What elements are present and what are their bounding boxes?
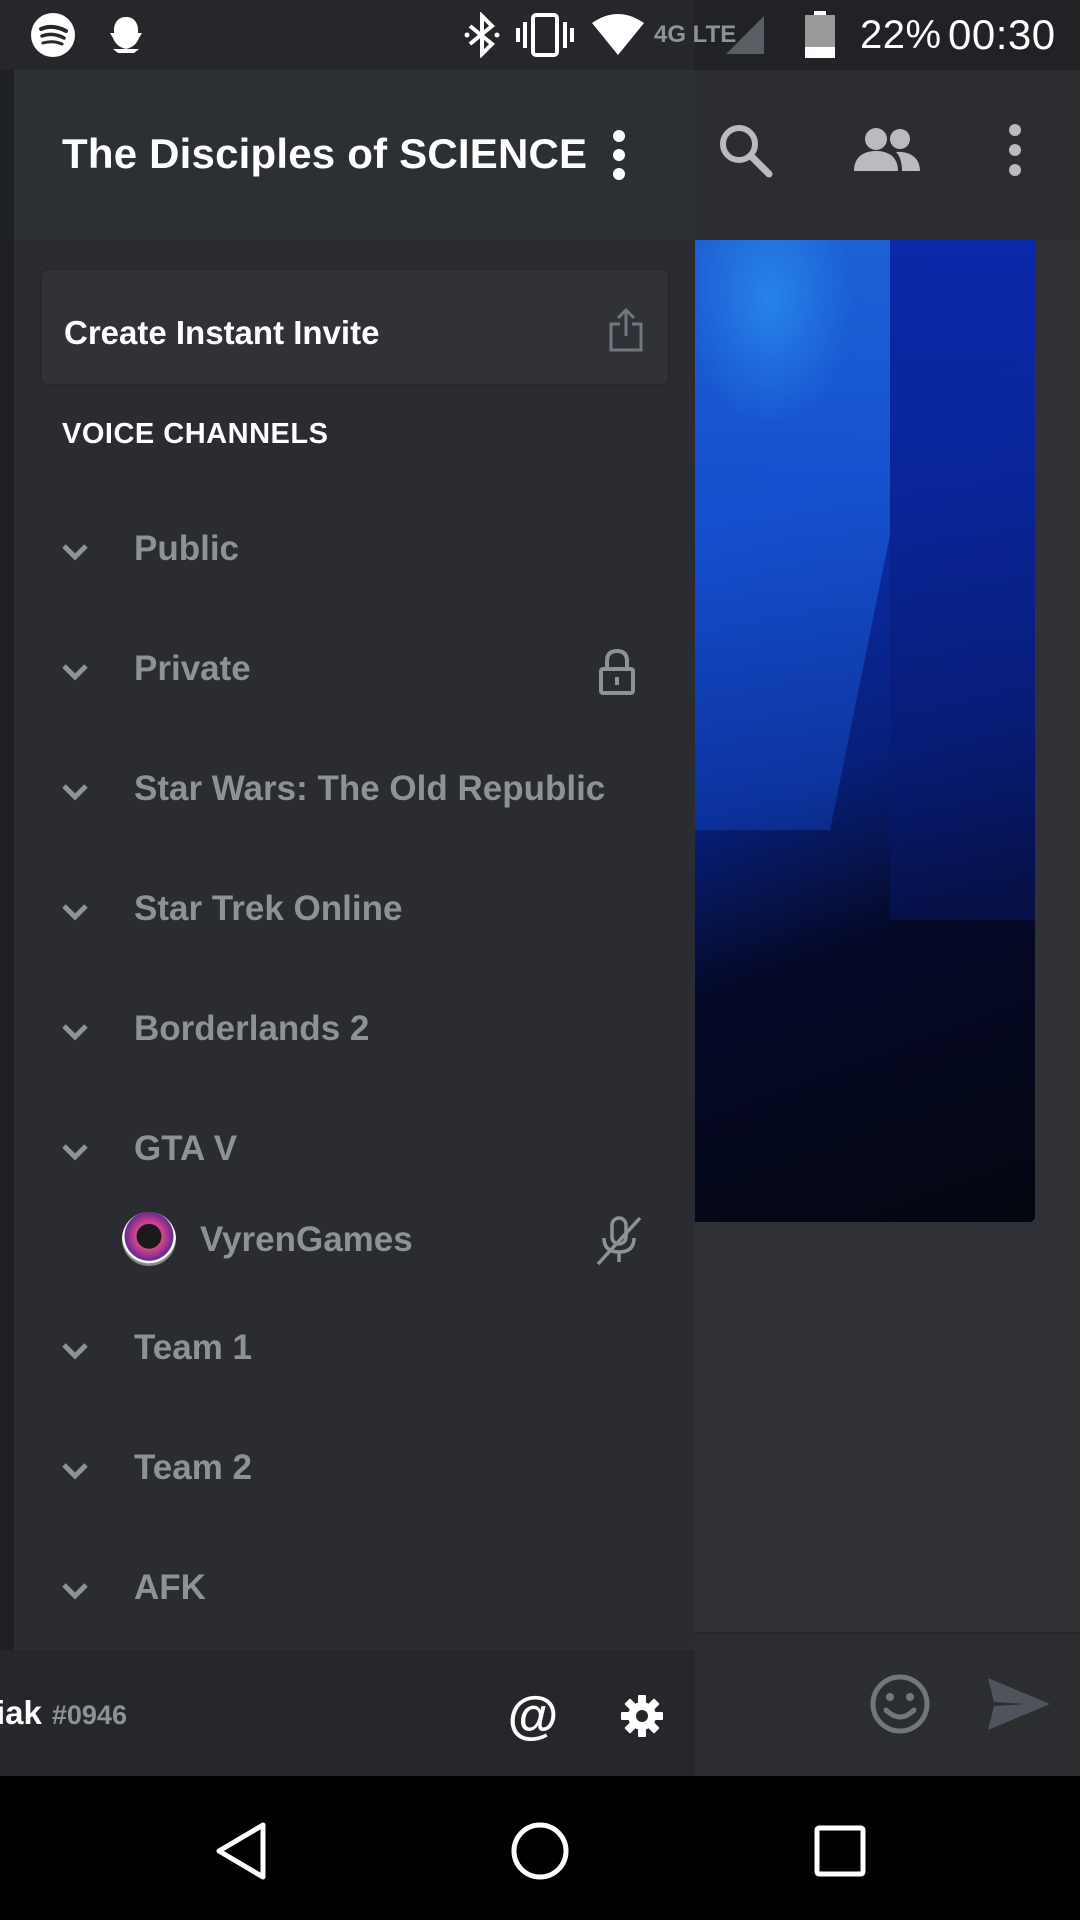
server-drawer: The Disciples of SCIENCE Create Instant … bbox=[0, 0, 695, 1776]
chevron-down-icon bbox=[60, 1456, 90, 1486]
clock: 00:30 bbox=[948, 11, 1056, 58]
mic-muted-icon bbox=[594, 1214, 644, 1266]
user-panel: iak #0946 @ bbox=[0, 1650, 695, 1776]
battery-percent: 22% bbox=[860, 12, 942, 57]
voice-channel-public[interactable]: Public bbox=[14, 507, 695, 597]
members-icon[interactable] bbox=[852, 115, 922, 185]
chevron-down-icon bbox=[60, 537, 90, 567]
recents-icon[interactable] bbox=[805, 1816, 875, 1886]
chevron-down-icon bbox=[60, 1137, 90, 1167]
chevron-down-icon bbox=[60, 657, 90, 687]
voice-channel-team2[interactable]: Team 2 bbox=[14, 1426, 695, 1516]
home-icon[interactable] bbox=[505, 1816, 575, 1886]
voice-channel-private[interactable]: Private bbox=[14, 627, 695, 717]
voice-channel-gtav[interactable]: GTA V bbox=[14, 1107, 695, 1197]
share-icon bbox=[606, 307, 646, 352]
channel-name: Borderlands 2 bbox=[134, 1009, 370, 1048]
search-icon[interactable] bbox=[710, 115, 780, 185]
overflow-menu-icon[interactable] bbox=[980, 115, 1050, 185]
voice-channel-swtor[interactable]: Star Wars: The Old Republic bbox=[14, 747, 695, 837]
create-instant-invite-button[interactable]: Create Instant Invite bbox=[40, 268, 670, 386]
channel-name: Star Wars: The Old Republic bbox=[134, 769, 606, 808]
server-name[interactable]: The Disciples of SCIENCE bbox=[62, 130, 587, 178]
chevron-down-icon bbox=[60, 1576, 90, 1606]
username: iak bbox=[0, 1694, 42, 1731]
voice-channel-borderlands[interactable]: Borderlands 2 bbox=[14, 987, 695, 1077]
channel-list: Create Instant Invite VOICE CHANNELS Pub… bbox=[14, 240, 695, 1650]
signal-icon bbox=[724, 12, 766, 58]
user-discriminator: #0946 bbox=[51, 1700, 127, 1730]
voice-channel-team1[interactable]: Team 1 bbox=[14, 1306, 695, 1396]
voice-channels-header: VOICE CHANNELS bbox=[62, 418, 329, 450]
server-list-strip bbox=[0, 70, 14, 1650]
voice-channel-sto[interactable]: Star Trek Online bbox=[14, 867, 695, 957]
chevron-down-icon bbox=[60, 897, 90, 927]
back-icon[interactable] bbox=[206, 1816, 276, 1886]
drawer-header: The Disciples of SCIENCE bbox=[14, 70, 695, 240]
avatar bbox=[122, 1212, 176, 1266]
lock-icon bbox=[597, 647, 637, 697]
voice-member-vyrengames[interactable]: VyrenGames bbox=[14, 1200, 695, 1280]
image-detail bbox=[690, 240, 890, 830]
emoji-icon[interactable] bbox=[868, 1672, 932, 1736]
send-icon[interactable] bbox=[986, 1676, 1052, 1732]
image-detail bbox=[890, 240, 1035, 920]
invite-label: Create Instant Invite bbox=[64, 314, 380, 351]
channel-name: GTA V bbox=[134, 1129, 238, 1168]
navigation-bar bbox=[0, 1776, 1080, 1920]
current-user[interactable]: iak #0946 bbox=[0, 1694, 127, 1732]
gear-icon[interactable] bbox=[614, 1688, 670, 1744]
chevron-down-icon bbox=[60, 777, 90, 807]
channel-name: Star Trek Online bbox=[134, 889, 403, 928]
voice-channel-afk[interactable]: AFK bbox=[14, 1546, 695, 1636]
chevron-down-icon bbox=[60, 1017, 90, 1047]
channel-name: Team 1 bbox=[134, 1328, 253, 1367]
channel-name: Private bbox=[134, 649, 251, 688]
member-name: VyrenGames bbox=[200, 1220, 413, 1259]
chevron-down-icon bbox=[60, 1336, 90, 1366]
channel-name: Team 2 bbox=[134, 1448, 253, 1487]
channel-name: AFK bbox=[134, 1568, 206, 1607]
channel-name: Public bbox=[134, 529, 240, 568]
server-menu-icon[interactable] bbox=[594, 125, 644, 185]
mentions-button[interactable]: @ bbox=[505, 1687, 561, 1745]
battery-icon bbox=[804, 11, 836, 58]
